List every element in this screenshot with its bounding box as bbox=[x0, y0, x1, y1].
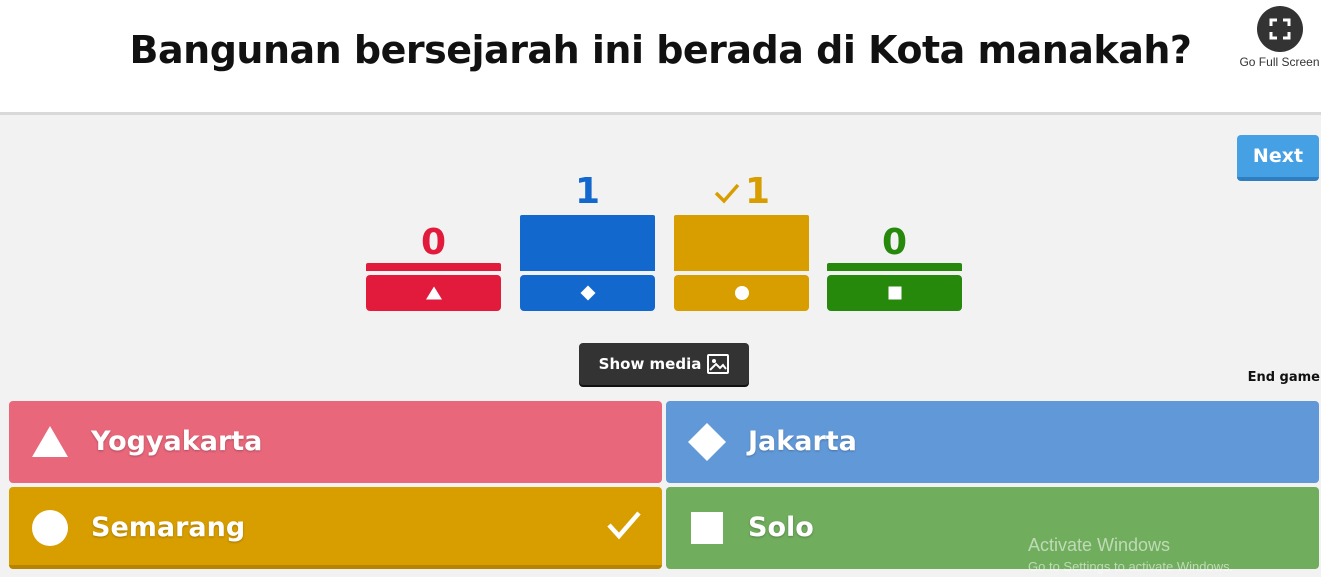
next-button[interactable]: Next bbox=[1237, 135, 1319, 181]
result-bar-circle bbox=[674, 215, 809, 271]
square-icon bbox=[691, 512, 723, 544]
result-count-circle-wrap: 1 bbox=[674, 171, 809, 212]
end-game-link[interactable]: End game bbox=[1240, 370, 1320, 385]
fullscreen-label: Go Full Screen bbox=[1239, 55, 1320, 69]
square-icon bbox=[888, 286, 901, 300]
activate-windows-subtitle: Go to Settings to activate Windows. bbox=[1028, 559, 1234, 574]
answer-option-diamond[interactable]: Jakarta bbox=[666, 401, 1319, 483]
image-icon bbox=[707, 354, 730, 374]
show-media-button[interactable]: Show media bbox=[579, 343, 749, 385]
question-header: Bangunan bersejarah ini berada di Kota m… bbox=[0, 0, 1321, 115]
result-base-square bbox=[827, 275, 962, 311]
activate-windows-title: Activate Windows bbox=[1028, 535, 1171, 555]
diamond-icon bbox=[688, 423, 726, 461]
triangle-icon bbox=[425, 286, 442, 300]
fullscreen-button[interactable]: Go Full Screen bbox=[1238, 6, 1321, 76]
circle-icon bbox=[734, 286, 749, 300]
result-count-diamond: 1 bbox=[574, 171, 601, 212]
fullscreen-icon bbox=[1256, 6, 1303, 52]
result-base-circle bbox=[674, 275, 809, 311]
answer-label: Jakarta bbox=[748, 426, 857, 457]
result-base-triangle bbox=[366, 275, 501, 311]
result-bar-diamond bbox=[520, 215, 655, 271]
diamond-icon bbox=[580, 285, 595, 301]
result-base-diamond bbox=[520, 275, 655, 311]
answer-label: Solo bbox=[748, 512, 814, 543]
answer-label: Yogyakarta bbox=[91, 426, 263, 457]
answer-option-triangle[interactable]: Yogyakarta bbox=[9, 401, 662, 483]
checkmark-icon bbox=[607, 511, 641, 540]
answer-option-circle[interactable]: Semarang bbox=[9, 487, 662, 569]
answer-option-square[interactable]: Solo bbox=[666, 487, 1319, 569]
result-count-triangle: 0 bbox=[420, 222, 447, 263]
answer-label: Semarang bbox=[91, 512, 246, 543]
result-bar-square bbox=[827, 263, 962, 271]
circle-icon bbox=[32, 510, 68, 546]
result-count-circle: 1 bbox=[744, 171, 771, 212]
triangle-icon bbox=[32, 426, 68, 457]
result-count-square: 0 bbox=[881, 222, 908, 263]
show-media-label: Show media bbox=[598, 355, 702, 373]
result-bar-triangle bbox=[366, 263, 501, 271]
checkmark-icon bbox=[714, 183, 740, 204]
question-title: Bangunan bersejarah ini berada di Kota m… bbox=[129, 28, 1192, 72]
